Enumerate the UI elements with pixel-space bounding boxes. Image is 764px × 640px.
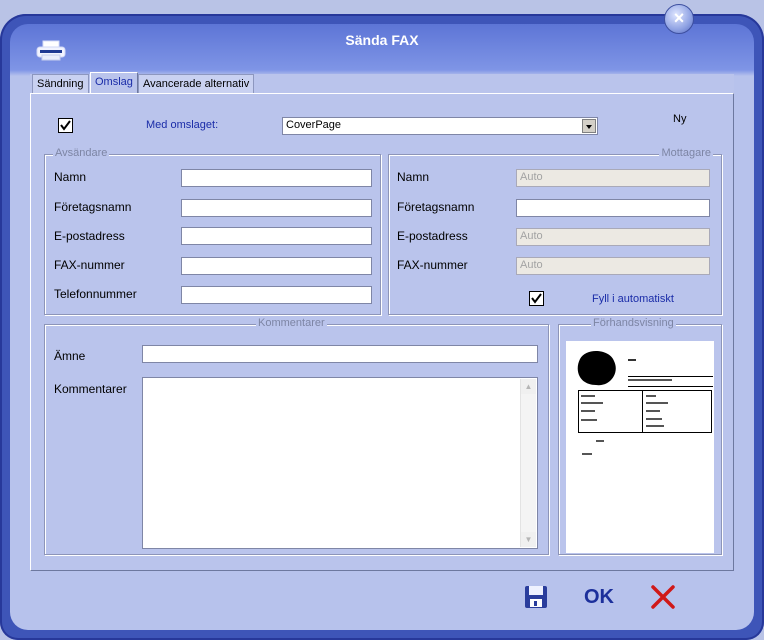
sender-fax-label: FAX-nummer	[54, 258, 125, 272]
tab-sandning[interactable]: Sändning	[32, 74, 89, 93]
cover-preview-image	[566, 341, 714, 553]
window-title: Sända FAX	[345, 32, 419, 48]
new-cover-link[interactable]: Ny	[673, 113, 686, 125]
sender-phone-label: Telefonnummer	[54, 287, 137, 301]
sender-company-field[interactable]	[181, 199, 372, 217]
sender-email-field[interactable]	[181, 227, 372, 245]
scroll-up-icon[interactable]: ▲	[521, 379, 536, 394]
comments-legend: Kommentarer	[256, 317, 327, 329]
recipient-fax-field: Auto	[516, 257, 710, 275]
cover-label: Med omslaget:	[146, 119, 219, 131]
sender-fax-field[interactable]	[181, 257, 372, 275]
title-bar: Sända FAX	[0, 24, 764, 64]
sender-legend: Avsändare	[53, 147, 110, 159]
recipient-fax-label: FAX-nummer	[397, 258, 468, 272]
tab-avancerade-alternativ[interactable]: Avancerade alternativ	[138, 74, 255, 93]
comments-label: Kommentarer	[54, 382, 127, 396]
scroll-down-icon[interactable]: ▼	[521, 532, 536, 547]
recipient-legend: Mottagare	[659, 147, 713, 159]
ok-button[interactable]: OK	[584, 582, 618, 612]
subject-label: Ämne	[54, 349, 86, 363]
sender-email-label: E-postadress	[54, 229, 125, 243]
autofill-label: Fyll i automatiskt	[592, 293, 674, 305]
subject-field[interactable]	[142, 345, 538, 363]
sender-name-field[interactable]	[181, 169, 372, 187]
cover-page-value: CoverPage	[286, 119, 342, 131]
recipient-email-field: Auto	[516, 228, 710, 246]
close-icon[interactable]: ×	[664, 4, 694, 34]
cover-page-select[interactable]: CoverPage	[282, 117, 598, 135]
recipient-name-field: Auto	[516, 169, 710, 187]
recipient-email-label: E-postadress	[397, 229, 468, 243]
autofill-checkbox[interactable]	[529, 291, 544, 306]
recipient-company-field[interactable]	[516, 199, 710, 217]
comments-scrollbar[interactable]: ▲ ▼	[520, 379, 536, 547]
cancel-x-icon[interactable]	[648, 582, 678, 612]
sender-company-label: Företagsnamn	[54, 200, 132, 214]
floppy-disk-icon[interactable]	[521, 582, 551, 612]
sender-phone-field[interactable]	[181, 286, 372, 304]
preview-legend: Förhandsvisning	[591, 317, 676, 329]
use-cover-checkbox[interactable]	[58, 118, 73, 133]
recipient-name-label: Namn	[397, 170, 430, 184]
sender-name-label: Namn	[54, 170, 87, 184]
recipient-company-label: Företagsnamn	[397, 200, 475, 214]
tab-omslag[interactable]: Omslag	[90, 72, 138, 94]
comments-textarea[interactable]: ▲ ▼	[142, 377, 538, 549]
cover-thumbnail	[577, 350, 713, 455]
chevron-down-icon[interactable]	[582, 119, 596, 133]
